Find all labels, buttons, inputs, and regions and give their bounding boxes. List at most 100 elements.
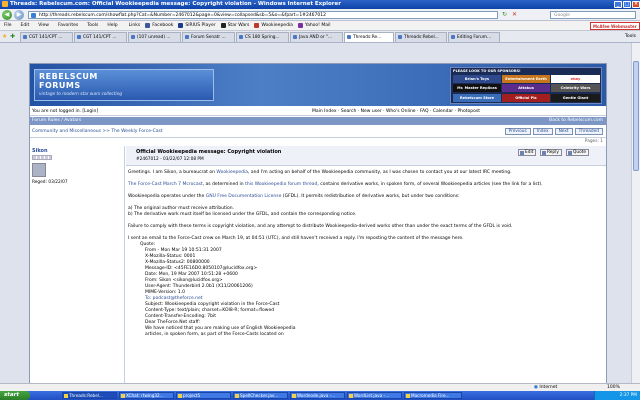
sponsor-entertainment-earth[interactable]: Entertainment Earth (502, 75, 550, 83)
start-button[interactable]: start (0, 391, 30, 400)
task-wordlist[interactable]: WordList.java -... (347, 392, 402, 399)
previous-button[interactable]: Previous (504, 128, 531, 135)
paragraph-4: Failure to comply with these terms is co… (128, 224, 513, 229)
tab-page-icon (451, 35, 455, 39)
editor-icon (349, 394, 353, 398)
task-project5[interactable]: project5 (176, 392, 231, 399)
close-button[interactable]: × (632, 1, 640, 8)
wookieepedia-icon (254, 23, 260, 28)
link-sirius[interactable]: SIRIUS Player (178, 23, 216, 28)
tab-8[interactable]: Threads:Rebel... (395, 32, 447, 42)
tools-menu[interactable]: Tools (625, 32, 636, 42)
menu-file[interactable]: File (4, 21, 12, 31)
quote-block: From - Mon Mar 19 10:51:31 2007 X-Mozill… (128, 248, 606, 338)
text: , contains derivative works, in spoken f… (317, 182, 543, 187)
forward-button[interactable]: ▶ (14, 10, 24, 20)
link-label: Star Wars (227, 23, 250, 28)
forum-rules-link[interactable]: Forum Rules / Avatars (30, 118, 81, 123)
task-xchat[interactable]: XChat: rtwing32... (119, 392, 174, 399)
sponsor-attakus[interactable]: Attakus (502, 84, 550, 92)
gfdl-link[interactable]: GNU Free Documentation License (206, 194, 282, 199)
link-wookieepedia[interactable]: Wookieepedia (254, 23, 293, 28)
system-tray: 2:37 PM (594, 391, 640, 400)
task-wordnode[interactable]: Wordnode.java -... (290, 392, 345, 399)
edit-button[interactable]: Edit (518, 149, 537, 156)
button-label: Edit (525, 150, 534, 155)
forum-thread-link[interactable]: this Wookieepedia forum thread (245, 182, 317, 187)
login-status[interactable]: You are not logged in. [Login] (30, 109, 98, 114)
sponsor-gentle-giant[interactable]: Gentle Giant (551, 94, 600, 102)
nav-faq[interactable]: FAQ (420, 109, 429, 114)
sponsor-celebrity-wars[interactable]: Celebrity Wars (551, 84, 600, 92)
scrollbar-thumb[interactable] (633, 61, 639, 171)
nav-calendar[interactable]: Calendar (433, 109, 453, 114)
link-starwars[interactable]: Star Wars (220, 23, 250, 28)
menu-edit[interactable]: Edit (21, 21, 30, 31)
tab-page-icon (293, 35, 297, 39)
clock[interactable]: 2:37 PM (620, 393, 637, 398)
title-bar[interactable]: Threads: Rebelscum.com: Official Wookiee… (0, 0, 640, 9)
tab-1[interactable]: CGT 141/CPT ... (20, 32, 73, 42)
address-input[interactable]: http://threads.rebelscum.com/showflat.ph… (28, 11, 498, 19)
wookieepedia-link[interactable]: Wookieepedia (216, 170, 248, 175)
address-url: http://threads.rebelscum.com/showflat.ph… (39, 13, 326, 18)
text: Wookieepedia operates under the (128, 194, 206, 199)
tab-label: (107 unread) ... (137, 35, 171, 40)
nav-whos-online[interactable]: Who's Online (386, 109, 416, 114)
search-input[interactable]: Google (550, 11, 636, 19)
tab-5[interactable]: CS 180 Spring... (236, 32, 289, 42)
tab-page-icon (131, 35, 135, 39)
poster-info: Sikon Reged: 03/22/07 (30, 146, 125, 383)
category-breadcrumb[interactable]: Community and Miscellaneous >> The Weekl… (30, 129, 163, 134)
edit-icon (520, 151, 524, 155)
text: Greetings. I am Sikon, a bureaucrat on (128, 170, 217, 175)
stop-button[interactable]: ✕ (512, 11, 517, 18)
vertical-scrollbar[interactable] (631, 43, 640, 383)
sirius-icon (178, 23, 184, 28)
menu-favorites[interactable]: Favorites (58, 21, 78, 31)
index-button[interactable]: Index (532, 128, 553, 135)
tab-9[interactable]: Editing Forum... (448, 32, 500, 42)
poster-name[interactable]: Sikon (32, 148, 48, 154)
back-to-rebelscum-link[interactable]: Back to Rebelscum.com (549, 117, 603, 125)
nav-new-user[interactable]: New user (361, 109, 382, 114)
tab-label: CS 180 Spring... (245, 35, 280, 40)
ie-task-icon (64, 394, 68, 398)
sponsor-brians-toys[interactable]: Brian's Toys (453, 75, 501, 83)
nav-photopost[interactable]: Photopost (457, 109, 480, 114)
nav-main-index[interactable]: Main Index (312, 109, 337, 114)
tab-label: Threads:Rebel... (404, 35, 439, 40)
sponsor-rebelscum-store[interactable]: Rebelscum Store (453, 94, 501, 102)
task-fireworks[interactable]: Macromedia Fire... (404, 392, 462, 399)
tab-7-active[interactable]: Threads:Re... (344, 32, 394, 42)
favorites-star-icon[interactable]: ★ (2, 33, 7, 40)
link-yahoo-mail[interactable]: Yahoo! Mail (297, 23, 331, 28)
add-favorites-icon[interactable]: ✚ (10, 33, 15, 40)
next-button[interactable]: Next (554, 128, 573, 135)
task-spellchecker[interactable]: SpellChecker.jav... (233, 392, 288, 399)
nav-search[interactable]: Search (341, 109, 356, 114)
reply-button[interactable]: Reply (540, 149, 562, 156)
go-button[interactable]: ↻ (502, 11, 507, 18)
forcecast-link[interactable]: The Force-Cast March 7 Mcrocast (128, 182, 203, 187)
link-facebook[interactable]: Facebook (145, 23, 173, 28)
tab-6[interactable]: Java AND or "... (290, 32, 343, 42)
tab-3[interactable]: (107 unread) ... (128, 32, 181, 42)
threaded-button[interactable]: Threaded (574, 128, 603, 135)
back-button[interactable]: ◀ (2, 10, 12, 20)
task-threads[interactable]: Threads:Rebel... (62, 392, 117, 399)
maximize-button[interactable]: □ (623, 1, 631, 8)
sponsor-ebay[interactable]: ebay (551, 75, 600, 83)
minimize-button[interactable]: _ (614, 1, 622, 8)
menu-help[interactable]: Help (107, 21, 117, 31)
mcafee-badge[interactable]: McAfee Webmaster (590, 22, 640, 30)
sponsor-master-replicas[interactable]: Mr. Master Replicas (453, 84, 501, 92)
tab-4[interactable]: Forum Senatr ... (182, 32, 235, 42)
sponsor-official-pix[interactable]: Official Pix (502, 94, 550, 102)
rebelscum-logo[interactable]: REBELSCUM FORUMS vintage to modern star … (34, 69, 214, 101)
menu-tools[interactable]: Tools (87, 21, 98, 31)
tab-2[interactable]: CGT 141/CPT ... (74, 32, 127, 42)
forum-nav-links: Main Index · Search · New user · Who's O… (312, 109, 480, 114)
menu-view[interactable]: View (38, 21, 49, 31)
quote-button[interactable]: Quote (566, 149, 590, 156)
